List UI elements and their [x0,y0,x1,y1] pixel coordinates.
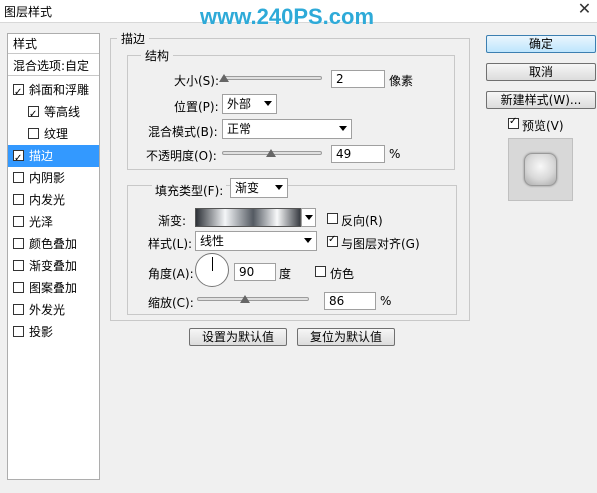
preview-thumbnail [508,138,573,201]
dither-label: 仿色 [330,267,355,281]
sidebar-item-6[interactable]: 光泽 [8,211,99,233]
preview-swatch [524,153,557,186]
size-label: 大小(S): [174,74,220,88]
sidebar-item-checkbox[interactable] [28,128,39,139]
blend-mode-label: 混合模式(B): [148,125,218,139]
sidebar-item-checkbox[interactable] [13,282,24,293]
sidebar-item-label: 纹理 [44,127,69,141]
size-unit: 像素 [389,74,414,88]
sidebar-item-7[interactable]: 颜色叠加 [8,233,99,255]
sidebar-item-checkbox[interactable] [28,104,39,126]
preview-checkbox[interactable] [508,116,519,129]
sidebar-item-label: 内阴影 [29,171,66,185]
angle-dial[interactable] [195,253,229,287]
chevron-down-icon [275,185,283,190]
set-default-button[interactable]: 设置为默认值 [189,328,287,346]
sidebar-item-checkbox[interactable] [13,238,24,249]
sidebar-item-label: 外发光 [29,303,66,317]
position-select[interactable]: 外部 [222,94,277,114]
position-label: 位置(P): [174,100,219,114]
fill-type-value: 渐变 [235,181,260,195]
scale-slider[interactable] [197,297,309,301]
size-slider[interactable] [222,76,322,80]
sidebar-item-8[interactable]: 渐变叠加 [8,255,99,277]
sidebar-item-checkbox[interactable] [13,82,24,104]
sidebar-item-label: 投影 [29,325,54,339]
dither-checkbox[interactable] [315,266,326,277]
align-with-layer-label: 与图层对齐(G) [341,237,420,251]
sidebar-item-label: 颜色叠加 [29,237,78,251]
sidebar-item-checkbox[interactable] [13,194,24,205]
angle-dial-needle [212,257,213,271]
close-icon[interactable]: ✕ [572,0,597,20]
blend-options-item[interactable]: 混合选项:自定 [8,56,99,76]
style-value: 线性 [200,234,225,248]
sidebar-item-checkbox[interactable] [13,148,24,170]
align-with-layer-checkbox[interactable] [327,234,338,247]
styles-list: 样式 混合选项:自定 斜面和浮雕等高线纹理描边内阴影内发光光泽颜色叠加渐变叠加图… [7,33,100,480]
sidebar-item-checkbox[interactable] [13,172,24,183]
scale-input[interactable]: 86 [324,292,376,310]
opacity-slider-thumb[interactable] [266,149,276,157]
sidebar-item-checkbox[interactable] [13,304,24,315]
sidebar-item-label: 光泽 [29,215,54,229]
ok-button[interactable]: 确定 [486,35,596,53]
size-input[interactable]: 2 [331,70,385,88]
sidebar-item-label: 斜面和浮雕 [29,83,90,97]
sidebar-item-label: 描边 [29,149,54,163]
opacity-input[interactable]: 49 [331,145,385,163]
reverse-label: 反向(R) [341,214,383,228]
sidebar-item-label: 图案叠加 [29,281,78,295]
opacity-unit: % [389,147,401,161]
scale-unit: % [380,294,392,308]
scale-slider-thumb[interactable] [240,295,251,303]
sidebar-item-11[interactable]: 投影 [8,321,99,343]
chevron-down-icon [339,126,347,131]
sidebar-item-5[interactable]: 内发光 [8,189,99,211]
reverse-checkbox[interactable] [327,213,338,224]
sidebar-item-label: 等高线 [44,105,81,119]
gradient-label: 渐变: [158,214,187,228]
sidebar-item-1[interactable]: 等高线 [8,101,99,126]
sidebar-item-0[interactable]: 斜面和浮雕 [8,79,99,104]
style-select[interactable]: 线性 [195,231,317,251]
angle-input[interactable]: 90 [234,263,276,281]
scale-label: 缩放(C): [148,296,194,310]
sidebar-item-4[interactable]: 内阴影 [8,167,99,189]
blend-mode-value: 正常 [227,122,252,136]
opacity-label: 不透明度(O): [146,149,217,163]
style-label: 样式(L): [148,237,193,251]
sidebar-item-9[interactable]: 图案叠加 [8,277,99,299]
chevron-down-icon [304,238,312,243]
chevron-down-icon [264,101,272,106]
fill-type-select[interactable]: 渐变 [230,178,288,198]
gradient-swatch[interactable] [195,208,301,227]
sidebar-item-label: 内发光 [29,193,66,207]
watermark: www.240PS.com [200,4,375,29]
chevron-down-icon [305,215,313,220]
sidebar-item-checkbox[interactable] [13,326,24,337]
sidebar-item-checkbox[interactable] [13,260,24,271]
stroke-title: 描边 [117,30,150,47]
sidebar-item-checkbox[interactable] [13,216,24,227]
angle-unit: 度 [279,267,292,281]
position-value: 外部 [227,97,252,111]
cancel-button[interactable]: 取消 [486,63,596,81]
angle-label: 角度(A): [148,267,194,281]
window-title: 图层样式 [4,5,53,19]
fill-type-label: 填充类型(F): [152,182,227,199]
gradient-dropdown[interactable] [301,208,316,227]
structure-title: 结构 [141,47,174,64]
preview-label: 预览(V) [522,119,564,133]
sidebar-item-3[interactable]: 描边 [8,145,99,170]
sidebar-item-2[interactable]: 纹理 [8,123,99,145]
blend-mode-select[interactable]: 正常 [222,119,352,139]
reset-default-button[interactable]: 复位为默认值 [297,328,395,346]
new-style-button[interactable]: 新建样式(W)... [486,91,596,109]
sidebar-item-10[interactable]: 外发光 [8,299,99,321]
styles-header[interactable]: 样式 [8,34,99,54]
size-slider-thumb[interactable] [219,74,229,82]
sidebar-item-label: 渐变叠加 [29,259,78,273]
